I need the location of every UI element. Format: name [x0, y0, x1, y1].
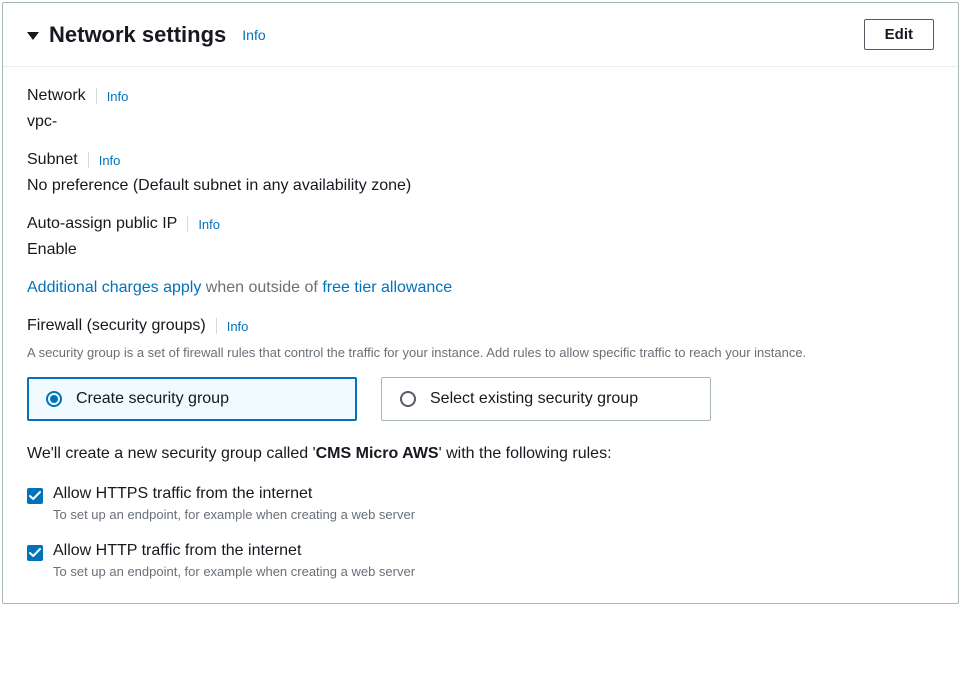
sg-intro-suffix: ' with the following rules: — [439, 445, 612, 462]
divider-icon — [96, 88, 97, 104]
radio-unselected-icon — [400, 391, 416, 407]
edit-button[interactable]: Edit — [864, 19, 934, 50]
charges-link-2[interactable]: free tier allowance — [322, 279, 452, 296]
network-field: Network Info vpc- — [27, 87, 934, 131]
subnet-field: Subnet Info No preference (Default subne… — [27, 151, 934, 195]
firewall-options: Create security group Select existing se… — [27, 377, 934, 421]
public-ip-info-link[interactable]: Info — [198, 217, 220, 232]
collapse-caret-icon[interactable] — [27, 32, 39, 40]
network-label: Network — [27, 87, 86, 105]
radio-selected-icon — [46, 391, 62, 407]
header-left: Network settings Info — [27, 22, 266, 48]
public-ip-value: Enable — [27, 241, 934, 259]
firewall-info-link[interactable]: Info — [227, 319, 249, 334]
security-group-intro: We'll create a new security group called… — [27, 445, 934, 463]
charges-note: Additional charges apply when outside of… — [27, 279, 934, 297]
subnet-info-link[interactable]: Info — [99, 153, 121, 168]
network-settings-panel: Network settings Info Edit Network Info … — [2, 2, 959, 604]
subnet-label: Subnet — [27, 151, 78, 169]
network-info-link[interactable]: Info — [107, 89, 129, 104]
panel-title: Network settings — [49, 22, 226, 48]
checkmark-icon — [29, 490, 41, 502]
panel-header: Network settings Info Edit — [3, 3, 958, 67]
sg-intro-prefix: We'll create a new security group called… — [27, 445, 316, 462]
allow-https-label: Allow HTTPS traffic from the internet — [53, 485, 415, 503]
allow-http-desc: To set up an endpoint, for example when … — [53, 564, 415, 579]
allow-http-checkbox[interactable] — [27, 545, 43, 561]
divider-icon — [187, 216, 188, 232]
allow-http-label: Allow HTTP traffic from the internet — [53, 542, 415, 560]
public-ip-label: Auto-assign public IP — [27, 215, 177, 233]
divider-icon — [216, 318, 217, 334]
create-sg-label: Create security group — [76, 390, 229, 408]
public-ip-field: Auto-assign public IP Info Enable — [27, 215, 934, 259]
create-security-group-option[interactable]: Create security group — [27, 377, 357, 421]
network-value: vpc- — [27, 113, 934, 131]
charges-middle: when outside of — [201, 279, 322, 296]
firewall-label: Firewall (security groups) — [27, 317, 206, 335]
firewall-description: A security group is a set of firewall ru… — [27, 343, 934, 363]
checkmark-icon — [29, 547, 41, 559]
select-sg-label: Select existing security group — [430, 390, 638, 408]
divider-icon — [88, 152, 89, 168]
header-info-link[interactable]: Info — [242, 27, 265, 43]
firewall-field: Firewall (security groups) Info A securi… — [27, 317, 934, 421]
select-existing-security-group-option[interactable]: Select existing security group — [381, 377, 711, 421]
subnet-value: No preference (Default subnet in any ava… — [27, 177, 934, 195]
sg-name: CMS Micro AWS — [316, 445, 439, 462]
allow-https-desc: To set up an endpoint, for example when … — [53, 507, 415, 522]
allow-http-rule: Allow HTTP traffic from the internet To … — [27, 542, 934, 579]
allow-https-checkbox[interactable] — [27, 488, 43, 504]
charges-link-1[interactable]: Additional charges apply — [27, 279, 201, 296]
panel-body: Network Info vpc- Subnet Info No prefere… — [3, 67, 958, 603]
allow-https-rule: Allow HTTPS traffic from the internet To… — [27, 485, 934, 522]
